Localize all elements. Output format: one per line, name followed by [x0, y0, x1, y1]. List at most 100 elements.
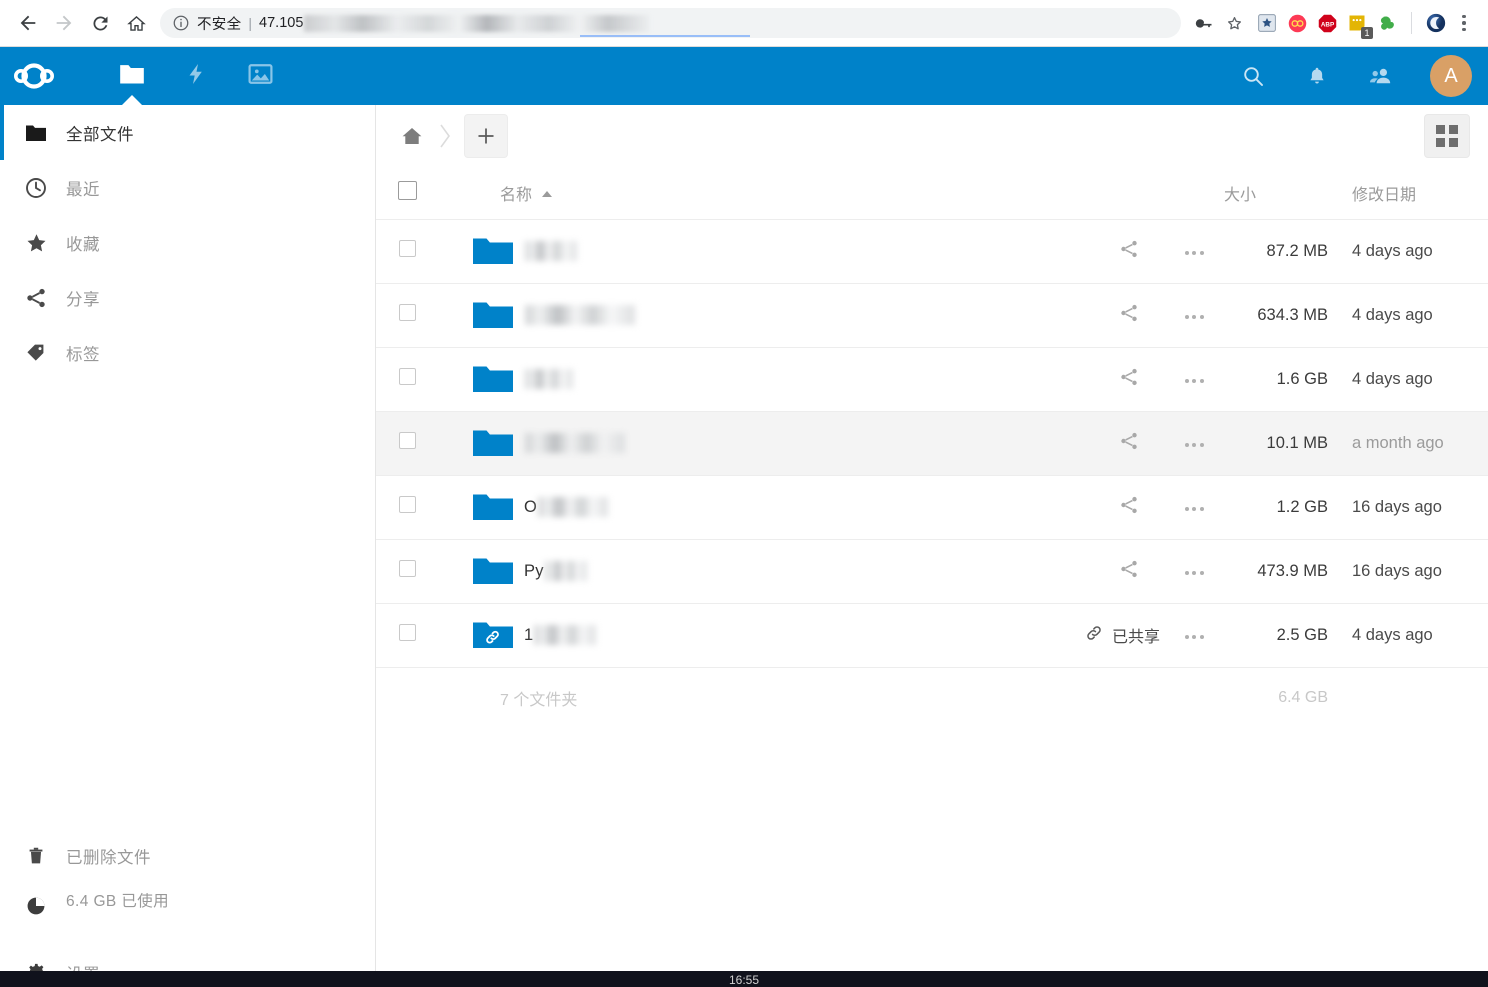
- size-column-header[interactable]: 大小: [1224, 167, 1334, 220]
- table-row[interactable]: 634.3 MB 4 days ago: [376, 283, 1488, 348]
- trash-icon: [14, 844, 58, 868]
- file-list-table: 名称 大小 修改日期 87.2 MB 4 days ago 634.3 MB 4 da…: [376, 167, 1488, 729]
- row-name-cell[interactable]: O: [438, 475, 1094, 540]
- grid-view-toggle-button[interactable]: [1424, 114, 1470, 158]
- sidebar-item-shares[interactable]: 分享: [0, 270, 375, 325]
- row-name-cell[interactable]: Py: [438, 539, 1094, 604]
- table-row[interactable]: 10.1 MB a month ago: [376, 411, 1488, 476]
- row-select-cell[interactable]: [376, 603, 438, 668]
- clock-icon: [14, 176, 58, 200]
- row-select-cell[interactable]: [376, 475, 438, 540]
- sidebar-item-deleted-files[interactable]: 已删除文件: [0, 828, 375, 883]
- row-checkbox[interactable]: [398, 496, 416, 513]
- row-actions-menu[interactable]: [1164, 603, 1224, 668]
- row-share-cell[interactable]: [1094, 539, 1164, 604]
- modified-column-header[interactable]: 修改日期: [1334, 167, 1488, 220]
- dark-mode-extension-icon[interactable]: [1422, 9, 1450, 37]
- share-icon[interactable]: [1118, 432, 1140, 456]
- row-name-cell[interactable]: [438, 219, 1094, 284]
- row-share-cell[interactable]: [1094, 475, 1164, 540]
- evernote-extension-icon[interactable]: [1373, 9, 1401, 37]
- row-actions-menu[interactable]: [1164, 411, 1224, 476]
- share-icon[interactable]: [1118, 368, 1140, 392]
- nextcloud-logo[interactable]: [14, 54, 86, 98]
- row-checkbox[interactable]: [398, 368, 416, 385]
- extensions-strip: ABP 1: [1253, 9, 1450, 39]
- share-icon[interactable]: [1118, 304, 1140, 328]
- row-actions-menu[interactable]: [1164, 539, 1224, 604]
- row-actions-menu[interactable]: [1164, 347, 1224, 412]
- row-name-cell[interactable]: [438, 347, 1094, 412]
- row-checkbox[interactable]: [398, 560, 416, 577]
- row-checkbox[interactable]: [398, 432, 416, 449]
- row-name-cell[interactable]: [438, 283, 1094, 348]
- sidebar-item-label: 分享: [66, 290, 100, 309]
- bookmark-icon[interactable]: [1219, 8, 1249, 38]
- table-row[interactable]: O 1.2 GB 16 days ago: [376, 475, 1488, 540]
- table-row[interactable]: Py 473.9 MB 16 days ago: [376, 539, 1488, 604]
- sidebar-item-favorites[interactable]: 收藏: [0, 215, 375, 270]
- redacted-filename: [544, 561, 587, 581]
- activity-app-button[interactable]: [164, 47, 228, 105]
- contacts-icon[interactable]: [1366, 61, 1396, 91]
- folder-icon: [472, 554, 514, 588]
- row-actions-menu[interactable]: [1164, 283, 1224, 348]
- row-select-cell[interactable]: [376, 411, 438, 476]
- row-share-cell[interactable]: [1094, 283, 1164, 348]
- key-icon[interactable]: [1189, 8, 1219, 38]
- notes-extension-icon[interactable]: 1: [1343, 9, 1373, 39]
- files-app-button[interactable]: [100, 47, 164, 105]
- row-select-cell[interactable]: [376, 539, 438, 604]
- share-icon[interactable]: [1118, 560, 1140, 584]
- toolbar-divider: [1411, 12, 1412, 34]
- row-select-cell[interactable]: [376, 283, 438, 348]
- user-avatar[interactable]: A: [1430, 55, 1472, 97]
- sidebar-item-all-files[interactable]: 全部文件: [0, 105, 375, 160]
- sidebar-item-label: 最近: [66, 180, 100, 199]
- forward-button[interactable]: [46, 5, 82, 41]
- row-size: 634.3 MB: [1224, 283, 1334, 348]
- home-button[interactable]: [118, 5, 154, 41]
- select-all-checkbox[interactable]: [397, 180, 417, 200]
- row-checkbox[interactable]: [398, 624, 416, 641]
- folder-icon: [472, 298, 514, 332]
- bell-icon[interactable]: [1302, 61, 1332, 91]
- site-info-icon[interactable]: [172, 14, 190, 32]
- row-checkbox[interactable]: [398, 304, 416, 321]
- photos-app-button[interactable]: [228, 47, 292, 105]
- search-icon[interactable]: [1238, 61, 1268, 91]
- address-bar[interactable]: 不安全 | 47.105: [160, 8, 1181, 38]
- row-select-cell[interactable]: [376, 219, 438, 284]
- row-modified: 16 days ago: [1334, 539, 1488, 604]
- name-column-header[interactable]: 名称: [438, 167, 1094, 220]
- breadcrumb-home-icon[interactable]: [390, 114, 434, 158]
- sidebar-quota[interactable]: 6.4 GB 已使用: [0, 883, 375, 945]
- row-share-cell[interactable]: [1094, 411, 1164, 476]
- row-checkbox[interactable]: [398, 240, 416, 257]
- row-select-cell[interactable]: [376, 347, 438, 412]
- back-button[interactable]: [10, 5, 46, 41]
- sidebar-item-tags[interactable]: 标签: [0, 325, 375, 380]
- row-share-cell[interactable]: 已共享: [1087, 603, 1164, 668]
- adblock-plus-extension-icon[interactable]: ABP: [1313, 9, 1341, 37]
- infinity-extension-icon[interactable]: [1283, 9, 1311, 37]
- table-row[interactable]: 1 已共享 2.5 GB 4 days ago: [376, 603, 1488, 668]
- row-actions-menu[interactable]: [1164, 219, 1224, 284]
- controls-bar: [376, 105, 1488, 167]
- folder-icon: [14, 122, 58, 144]
- sidebar-item-recent[interactable]: 最近: [0, 160, 375, 215]
- row-name-cell[interactable]: [438, 411, 1094, 476]
- new-file-button[interactable]: [464, 114, 508, 158]
- table-row[interactable]: 87.2 MB 4 days ago: [376, 219, 1488, 284]
- table-row[interactable]: 1.6 GB 4 days ago: [376, 347, 1488, 412]
- bookmark-star-extension-icon[interactable]: [1253, 9, 1281, 37]
- row-share-cell[interactable]: [1094, 347, 1164, 412]
- shared-status[interactable]: 已共享: [1087, 623, 1164, 648]
- share-icon[interactable]: [1118, 240, 1140, 264]
- browser-menu-icon[interactable]: [1450, 9, 1478, 37]
- row-share-cell[interactable]: [1094, 219, 1164, 284]
- row-name-cell[interactable]: 1: [438, 603, 1094, 668]
- row-actions-menu[interactable]: [1164, 475, 1224, 540]
- reload-button[interactable]: [82, 5, 118, 41]
- share-icon[interactable]: [1118, 496, 1140, 520]
